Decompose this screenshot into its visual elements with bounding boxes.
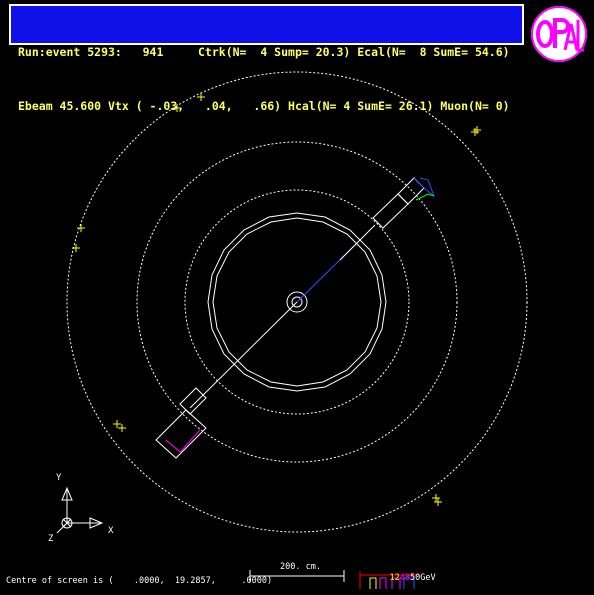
energy-scale-value-12: 12 [389, 573, 400, 583]
axes-indicator [56, 486, 104, 534]
hcal-green-upper-right [415, 193, 435, 201]
axis-label-x: X [108, 526, 114, 536]
header-line-run: Run:event 5293: 941 Ctrk(N= 4 Sump= 20.3… [18, 45, 510, 59]
energy-scale-unit: GeV [420, 573, 436, 583]
track-lower-left [189, 301, 298, 409]
opal-logo [531, 6, 587, 62]
hit-marker [432, 494, 440, 502]
track-upper-right-white [339, 224, 376, 261]
axis-label-y: Y [56, 473, 62, 483]
hcal-hit-upper-right [413, 177, 436, 198]
energy-scale-value-50: 50 [409, 573, 421, 583]
hit-marker [118, 424, 126, 432]
hit-marker [113, 420, 121, 428]
hit-marker [77, 224, 85, 232]
scale-bar-label: 200. cm. [280, 562, 321, 572]
header-line-beam: Ebeam 45.600 Vtx ( -.03, .04, .66) Hcal(… [18, 99, 510, 113]
axis-label-z: Z [48, 534, 54, 544]
ecal-tower-lower-left [179, 387, 207, 415]
hit-marker [72, 244, 80, 252]
opal-logo-graphic [531, 6, 587, 62]
hcal-block-upper-right [397, 177, 425, 205]
event-display: Y X Z Run:event 5293: 941 Ctrk(N= 4 Sump… [0, 0, 594, 591]
event-info-header: Run:event 5293: 941 Ctrk(N= 4 Sump= 20.3… [9, 4, 524, 113]
energy-scale-legend: 124850GeV [369, 563, 436, 593]
ecal-hit-lower-left [165, 429, 201, 453]
screen-centre-readout: Centre of screen is ( .0000, 19.2857, .0… [6, 576, 273, 586]
hit-marker [434, 498, 442, 506]
muon-hits [72, 93, 481, 506]
